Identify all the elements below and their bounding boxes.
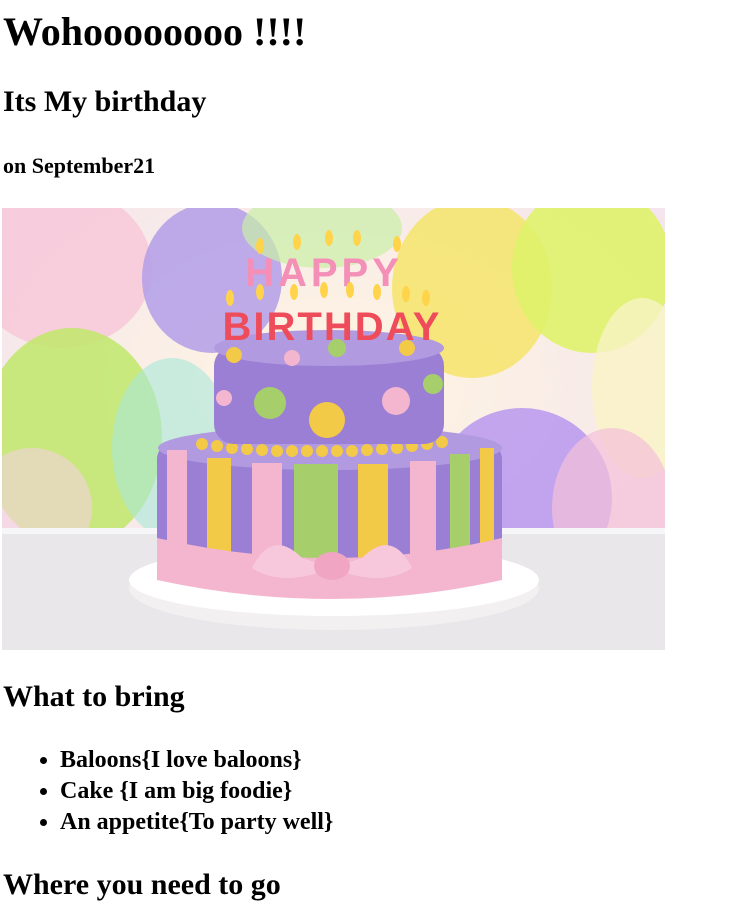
list-item: Cake {I am big foodie} xyxy=(60,776,333,807)
bring-list: Baloons{I love baloons} Cake {I am big f… xyxy=(0,745,333,838)
svg-text:BIRTHDAY: BIRTHDAY xyxy=(223,305,442,349)
page-subtitle: Its My birthday xyxy=(3,85,207,118)
page-title: Wohoooooooo !!!! xyxy=(3,9,307,54)
list-item: Baloons{I love baloons} xyxy=(60,745,333,776)
what-to-bring-heading: What to bring xyxy=(3,680,185,713)
date-heading: on September21 xyxy=(3,153,156,178)
birthday-cake-image: HAPPY BIRTHDAY xyxy=(2,208,665,650)
list-item: An appetite{To party well} xyxy=(60,807,333,838)
where-heading: Where you need to go xyxy=(3,868,281,901)
